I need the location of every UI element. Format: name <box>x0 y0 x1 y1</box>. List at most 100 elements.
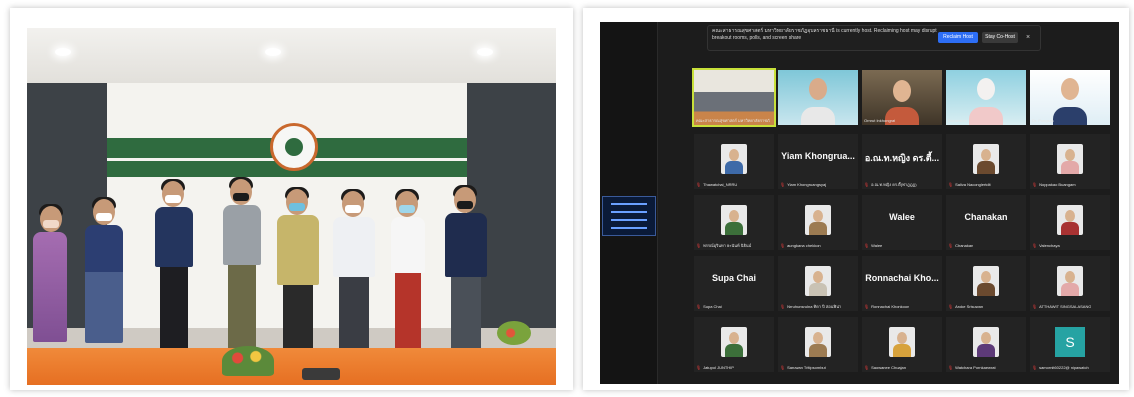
video-tile[interactable]: Doraemon <box>946 70 1026 125</box>
participant-tile[interactable]: 🎙 Thawatchai_NRRU <box>694 134 774 189</box>
person <box>333 189 375 351</box>
host-banner: คณะสาธารณสุขศาสตร์ มหาวิทยาลัยราชภัฏอุบล… <box>707 25 1041 51</box>
mic-muted-icon: 🎙 <box>1032 304 1038 309</box>
participant-avatar <box>721 327 747 357</box>
reclaim-host-button[interactable]: Reclaim Host <box>938 32 978 43</box>
person <box>155 179 193 351</box>
participant-avatar <box>805 205 831 235</box>
participant-name-tag: 🎙 Thawatchai_NRRU <box>696 182 737 188</box>
stay-cohost-button[interactable]: Stay Co-Host <box>982 32 1018 43</box>
participant-tile[interactable]: Supa Chai 🎙 Supa Chai <box>694 256 774 311</box>
mic-muted-icon: 🎙 <box>780 243 786 248</box>
participant-tile[interactable]: Walee 🎙 Walee <box>862 195 942 250</box>
participant-tile[interactable]: 🎙 aungkana chekkon <box>778 195 858 250</box>
participant-tile[interactable]: S 🎙 samornit60222@ nipawatch <box>1030 317 1110 372</box>
participant-display-name: Chanakan <box>964 212 1008 222</box>
participant-name: Valenchaya <box>1039 243 1060 248</box>
participant-tile[interactable]: Yiam Khongrua... 🎙 Yiam Khongruangsyaj <box>778 134 858 189</box>
participant-name-tag: 🎙 Walee <box>864 243 882 249</box>
participant-name: Thawatchai_NRRU <box>703 182 738 187</box>
video-tile[interactable]: Dr. Pongsak <box>1030 70 1110 125</box>
participant-name: Dr. Pongsak <box>1032 118 1054 123</box>
participant-name: Aroke Srisuwan <box>955 304 984 309</box>
ceiling-light <box>265 48 281 56</box>
mic-muted-icon: 🎙 <box>780 365 786 370</box>
participant-name: คณะสาธารณสุขศาสตร์ มหาวิทยาลัยราชภัฏอุบล… <box>696 118 770 123</box>
participant-name-tag: 🎙 Saruwan Tritipsombut <box>780 365 826 371</box>
participant-tile[interactable]: 🎙 Saruwan Tritipsombut <box>778 317 858 372</box>
participant-name-tag: 🎙 Watchara Pornkaewrat <box>948 365 996 371</box>
mic-muted-icon: 🎙 <box>948 365 954 370</box>
mic-muted-icon: 🎙 <box>1032 243 1038 248</box>
participant-name-tag: 🎙 Aroke Srisuwan <box>948 304 983 310</box>
participant-name: Jatupol JUNTHIP <box>703 365 734 370</box>
participant-tile[interactable]: 🎙 Watchara Pornkaewrat <box>946 317 1026 372</box>
participant-name: Watchara Pornkaewrat <box>955 365 996 370</box>
participant-name-tag: 🎙 Saowanee Chuajan <box>864 365 906 371</box>
participant-name: samornit60222@ nipawatch <box>1039 365 1089 370</box>
participant-avatar <box>973 144 999 174</box>
participant-tile[interactable]: 🎙 Saliva Naconglertdit <box>946 134 1026 189</box>
group-photo <box>27 28 556 385</box>
participant-name: Nrruhunsrulna ทิดา ปี สอนฟิน่า <box>787 304 842 309</box>
participant-name: aungkana chekkon <box>787 243 821 248</box>
participant-tile[interactable]: 🎙 Aroke Srisuwan <box>946 256 1026 311</box>
participant-tile[interactable]: 🎙 พรรณ์อุรินทา ยะนันท์ นิธินน์ <box>694 195 774 250</box>
shared-screen-thumbnail[interactable] <box>602 196 656 236</box>
participant-name: Noppakao Buangam <box>1039 182 1076 187</box>
participant-name-tag: 🎙 Ronnachai Khonkoon <box>864 304 909 310</box>
participant-name: พรรณ์อุรินทา ยะนันท์ นิธินน์ <box>703 243 752 248</box>
participant-name-tag: 🎙 Valenchaya <box>1032 243 1060 249</box>
participant-initial-avatar: S <box>1055 327 1085 357</box>
participant-display-name: Walee <box>889 212 915 222</box>
participant-name-tag: 🎙 Noppakao Buangam <box>1032 182 1076 188</box>
participant-tile[interactable]: Ronnachai Kho... 🎙 Ronnachai Khonkoon <box>862 256 942 311</box>
mic-muted-icon: 🎙 <box>1032 182 1038 187</box>
participant-name-tag: 🎙 aungkana chekkon <box>780 243 821 249</box>
participant-display-name: อ.ณ.ท.หญิง ดร.ตี้... <box>864 153 940 163</box>
zoom-sidebar <box>600 22 658 384</box>
mic-muted-icon: 🎙 <box>780 304 786 309</box>
potted-plant <box>497 321 531 345</box>
participant-avatar <box>889 327 915 357</box>
group-photo-frame <box>10 8 573 390</box>
participant-tile[interactable]: อ.ณ.ท.หญิง ดร.ตี้... 🎙 อ.ณ.ท.หญิง ดร.ตี้(ฟ… <box>862 134 942 189</box>
participant-name: Ronnachai Khonkoon <box>871 304 910 309</box>
participant-avatar <box>805 266 831 296</box>
participant-name: ATTHAWIT SINGSALASANG <box>1039 304 1092 309</box>
participant-name: Chanakan <box>955 243 974 248</box>
participant-tile[interactable]: 🎙 Noppakao Buangam <box>1030 134 1110 189</box>
person <box>33 204 67 351</box>
host-banner-message: คณะสาธารณสุขศาสตร์ มหาวิทยาลัยราชภัฏอุบล… <box>712 28 937 41</box>
mic-muted-icon: 🎙 <box>696 243 702 248</box>
mic-muted-icon: 🎙 <box>780 182 786 187</box>
video-tile[interactable]: คณะสาธารณสุขศาสตร์ มหาวิทยาลัยราชภัฏอุบล… <box>692 68 776 127</box>
participant-display-name: Supa Chai <box>711 273 756 283</box>
person <box>391 189 425 351</box>
conference-table <box>27 348 556 385</box>
participant-name-tag: 🎙 พรรณ์อุรินทา ยะนันท์ นิธินน์ <box>696 243 751 249</box>
participant-name-tag: 🎙 ATTHAWIT SINGSALASANG <box>1032 304 1091 310</box>
mic-muted-icon: 🎙 <box>864 365 870 370</box>
video-tile[interactable]: Ornrut Inkhongrat <box>862 70 942 125</box>
participant-avatar <box>1057 144 1083 174</box>
participant-display-name: Yiam Khongrua... <box>781 151 855 161</box>
person <box>277 187 319 351</box>
participant-tile[interactable]: 🎙 Valenchaya <box>1030 195 1110 250</box>
participant-name: Saowanee Chuajan <box>871 365 906 370</box>
mic-muted-icon: 🎙 <box>864 304 870 309</box>
participant-tile[interactable]: 🎙 Jatupol JUNTHIP <box>694 317 774 372</box>
participant-tile[interactable]: 🎙 Saowanee Chuajan <box>862 317 942 372</box>
participant-name-tag: 🎙 Supa Chai <box>696 304 722 310</box>
participant-tile[interactable]: 🎙 Nrruhunsrulna ทิดา ปี สอนฟิน่า <box>778 256 858 311</box>
participant-name: Saliva Naconglertdit <box>955 182 991 187</box>
mic-muted-icon: 🎙 <box>696 182 702 187</box>
mic-muted-icon: 🎙 <box>864 243 870 248</box>
participant-tile[interactable]: Chanakan 🎙 Chanakan <box>946 195 1026 250</box>
close-icon[interactable]: × <box>1024 32 1032 43</box>
participant-tile[interactable]: 🎙 ATTHAWIT SINGSALASANG <box>1030 256 1110 311</box>
zoom-window: คณะสาธารณสุขศาสตร์ มหาวิทยาลัยราชภัฏอุบล… <box>600 22 1119 384</box>
participant-name: อ.ณ.ท.หญิง ดร.ตี้(ฟาฎฎฎ) <box>871 182 917 187</box>
mic-muted-icon: 🎙 <box>948 243 954 248</box>
video-tile[interactable] <box>778 70 858 125</box>
